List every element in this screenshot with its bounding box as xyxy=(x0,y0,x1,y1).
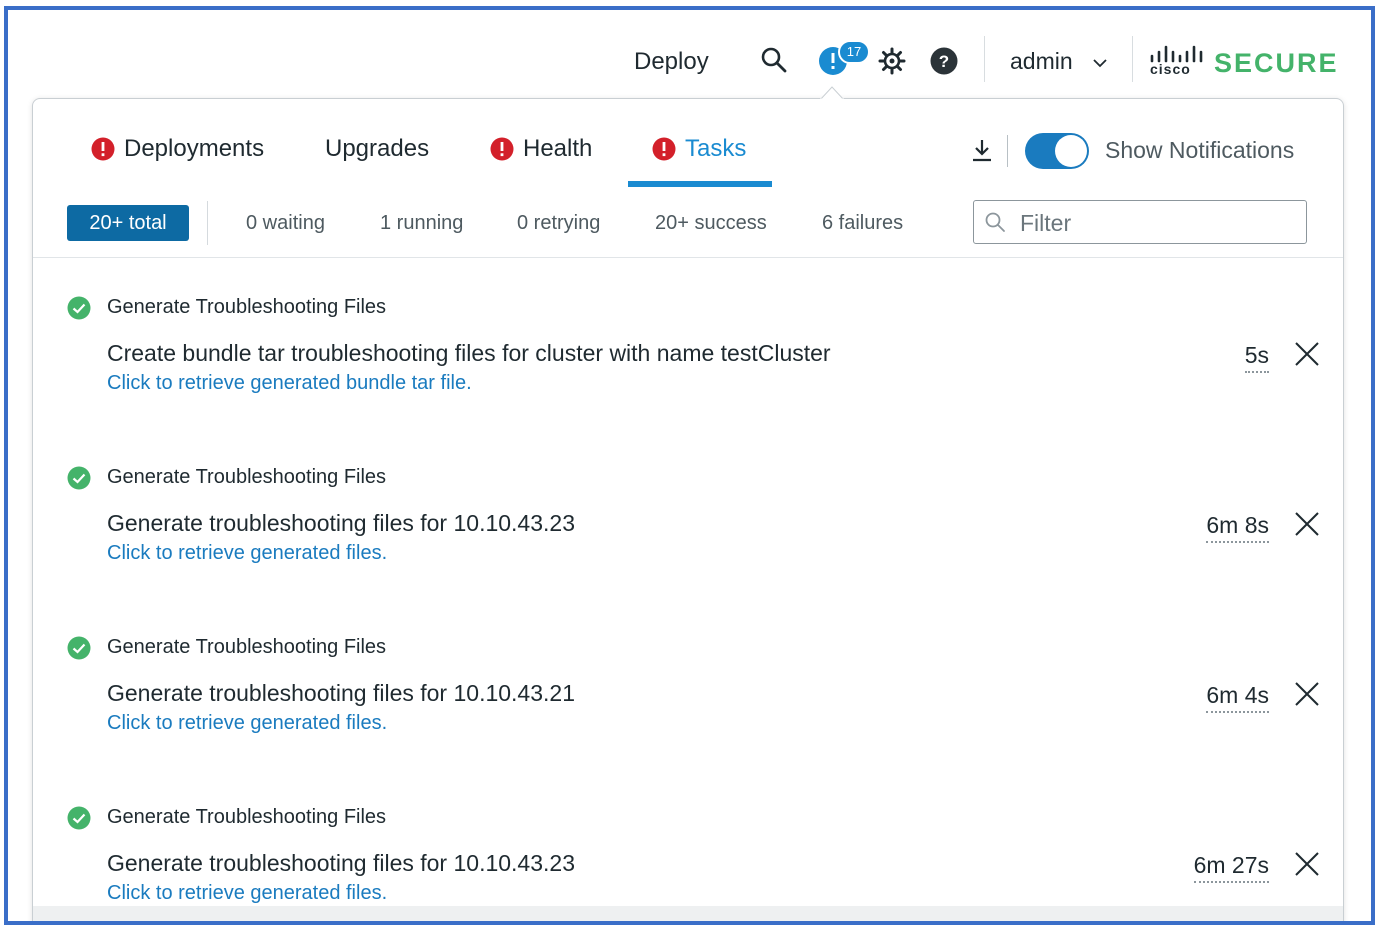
filter-retrying[interactable]: 0 retrying xyxy=(517,212,600,235)
filter-total-button[interactable]: 20+ total xyxy=(67,205,189,241)
download-icon[interactable] xyxy=(969,137,995,163)
list-footer xyxy=(33,906,1343,921)
success-check-icon xyxy=(67,636,91,660)
close-icon[interactable] xyxy=(1293,340,1321,368)
filter-running[interactable]: 1 running xyxy=(380,212,463,235)
task-retrieve-link[interactable]: Click to retrieve generated files. xyxy=(107,542,387,565)
close-icon[interactable] xyxy=(1293,680,1321,708)
task-retrieve-link[interactable]: Click to retrieve generated files. xyxy=(107,712,387,735)
task-duration[interactable]: 5s xyxy=(1244,342,1269,373)
task-duration[interactable]: 6m 27s xyxy=(1193,852,1269,883)
task-retrieve-link[interactable]: Click to retrieve generated files. xyxy=(107,882,387,905)
success-check-icon xyxy=(67,296,91,320)
error-icon xyxy=(490,137,514,161)
task-item: Generate Troubleshooting Files Generate … xyxy=(33,768,1343,921)
search-icon[interactable] xyxy=(760,46,788,74)
tab-label: Deployments xyxy=(124,135,265,162)
task-title: Generate Troubleshooting Files xyxy=(107,466,387,488)
filter-failures[interactable]: 6 failures xyxy=(822,212,903,235)
filter-success[interactable]: 20+ success xyxy=(655,212,767,235)
active-tab-indicator xyxy=(628,181,772,187)
task-duration[interactable]: 6m 8s xyxy=(1206,512,1269,543)
task-title: Generate Troubleshooting Files xyxy=(107,806,387,828)
task-item: Generate Troubleshooting Files Generate … xyxy=(33,428,1343,599)
tab-label: Health xyxy=(523,135,593,162)
tab-health[interactable]: Health xyxy=(490,135,592,163)
notification-count-badge: 17 xyxy=(838,40,870,64)
task-retrieve-link[interactable]: Click to retrieve generated bundle tar f… xyxy=(107,372,472,395)
filter-waiting[interactable]: 0 waiting xyxy=(246,212,325,235)
popover-caret xyxy=(820,86,844,100)
task-item: Generate Troubleshooting Files Generate … xyxy=(33,598,1343,769)
tab-deployments[interactable]: Deployments xyxy=(91,135,264,163)
success-check-icon xyxy=(67,466,91,490)
filter-input[interactable] xyxy=(1018,207,1302,239)
filter-box xyxy=(973,200,1307,244)
deploy-menu[interactable]: Deploy xyxy=(634,48,709,76)
svg-text:?: ? xyxy=(939,52,949,71)
task-description: Create bundle tar troubleshooting files … xyxy=(107,340,831,366)
toggle-knob xyxy=(1055,135,1087,167)
tab-bar: Deployments Upgrades Health Tasks Show N… xyxy=(33,99,1343,190)
help-icon[interactable]: ? xyxy=(930,47,958,75)
tab-upgrades[interactable]: Upgrades xyxy=(325,135,429,163)
show-notifications-toggle[interactable] xyxy=(1025,133,1089,169)
chevron-down-icon[interactable] xyxy=(1092,57,1108,69)
task-description: Generate troubleshooting files for 10.10… xyxy=(107,850,575,876)
search-icon xyxy=(985,212,1005,232)
close-icon[interactable] xyxy=(1293,510,1321,538)
brand-cisco-text: cisco xyxy=(1150,61,1191,77)
show-notifications-label: Show Notifications xyxy=(1105,137,1295,163)
gear-icon[interactable] xyxy=(878,47,906,75)
task-list: Generate Troubleshooting Files Create bu… xyxy=(33,258,1343,921)
tab-label: Tasks xyxy=(685,135,747,162)
toolbar-divider xyxy=(1007,135,1008,167)
filter-divider xyxy=(207,201,208,245)
task-duration[interactable]: 6m 4s xyxy=(1206,682,1269,713)
error-icon xyxy=(652,137,676,161)
notifications-panel: Deployments Upgrades Health Tasks Show N… xyxy=(32,98,1344,921)
close-icon[interactable] xyxy=(1293,850,1321,878)
task-title: Generate Troubleshooting Files xyxy=(107,296,387,318)
tab-tasks[interactable]: Tasks xyxy=(652,135,746,163)
nav-divider xyxy=(984,36,985,82)
success-check-icon xyxy=(67,806,91,830)
user-menu[interactable]: admin xyxy=(1010,48,1073,75)
app-window: Deploy 17 ? admin cisco SECURE Deploymen… xyxy=(4,6,1375,925)
nav-divider xyxy=(1132,36,1133,82)
brand-secure-text: SECURE xyxy=(1214,48,1339,78)
error-icon xyxy=(91,137,115,161)
task-description: Generate troubleshooting files for 10.10… xyxy=(107,510,575,536)
task-item: Generate Troubleshooting Files Create bu… xyxy=(33,258,1343,429)
top-navigation: Deploy 17 ? admin cisco SECURE xyxy=(8,10,1371,98)
task-title: Generate Troubleshooting Files xyxy=(107,636,387,658)
task-filter-bar: 20+ total 0 waiting 1 running 0 retrying… xyxy=(33,189,1343,258)
tab-label: Upgrades xyxy=(325,135,430,162)
task-description: Generate troubleshooting files for 10.10… xyxy=(107,680,575,706)
